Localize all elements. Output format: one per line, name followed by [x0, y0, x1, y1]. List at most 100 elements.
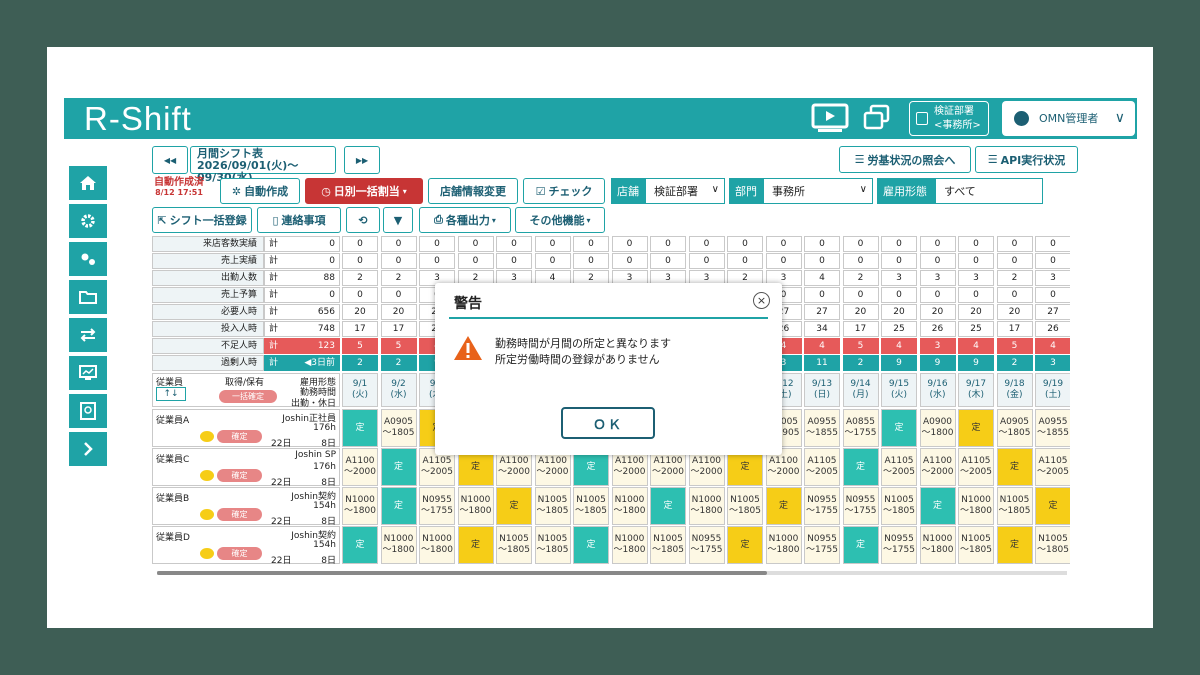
search-book-icon[interactable]: [69, 394, 107, 428]
shift-cell[interactable]: 定: [727, 526, 763, 564]
shift-cell[interactable]: N0955 〜1755: [842, 487, 879, 525]
dept-select[interactable]: 事務所 ∨: [763, 178, 873, 204]
next-month-button[interactable]: ▶▶: [344, 146, 380, 174]
date-header[interactable]: 9/19 (土): [1035, 373, 1070, 407]
shift-cell[interactable]: 定: [765, 487, 802, 525]
monitor-play-icon[interactable]: [810, 102, 850, 134]
shift-cell[interactable]: 定: [842, 448, 879, 486]
employee-row-header[interactable]: 従業員A Joshin正社員 176h 22日 8日 確定: [152, 409, 340, 449]
department-switch-button[interactable]: 検証部署 <事務所>: [909, 101, 989, 136]
api-status-button[interactable]: ☰ API実行状況: [975, 146, 1078, 173]
shift-cell[interactable]: 定: [380, 487, 417, 525]
shift-cell[interactable]: N1005 〜1805: [650, 526, 686, 564]
shift-cell[interactable]: N1000 〜1800: [688, 487, 725, 525]
scrollbar-thumb[interactable]: [157, 571, 767, 575]
refresh-button[interactable]: ⟲: [346, 207, 380, 233]
chat-icon[interactable]: [200, 431, 214, 442]
ok-button[interactable]: ＯＫ: [561, 407, 655, 439]
shift-cell[interactable]: N0955 〜1755: [881, 526, 917, 564]
shift-cell[interactable]: N0955 〜1755: [804, 487, 840, 525]
swap-arrows-icon[interactable]: [69, 318, 107, 352]
shift-cell[interactable]: A1105 〜2005: [804, 448, 840, 486]
auto-create-button[interactable]: ✲ 自動作成: [220, 178, 300, 204]
shift-cell[interactable]: N1000 〜1800: [342, 487, 378, 525]
shift-cell[interactable]: A0905 〜1805: [380, 409, 417, 447]
chat-icon[interactable]: [200, 470, 214, 481]
shift-cell[interactable]: A0955 〜1855: [804, 409, 840, 447]
folder-icon[interactable]: [69, 280, 107, 314]
labor-status-button[interactable]: ☰ 労基状況の照会へ: [839, 146, 971, 173]
shift-cell[interactable]: A1105 〜2005: [881, 448, 917, 486]
close-icon[interactable]: ×: [753, 292, 770, 309]
store-select[interactable]: 検証部署 ∨: [645, 178, 725, 204]
shift-cell[interactable]: N1005 〜1805: [881, 487, 917, 525]
daily-assign-button[interactable]: ◷ 日別一括割当 ▾: [305, 178, 423, 204]
shift-cell[interactable]: N1005 〜1805: [573, 487, 609, 525]
shift-cell[interactable]: N1005 〜1805: [996, 487, 1033, 525]
shift-cell[interactable]: 定: [573, 526, 609, 564]
store-info-button[interactable]: 店舗情報変更: [428, 178, 518, 204]
shift-cell[interactable]: N1005 〜1805: [958, 526, 994, 564]
shift-cell[interactable]: 定: [996, 526, 1033, 564]
home-icon[interactable]: [69, 166, 107, 200]
date-header[interactable]: 9/13 (日): [804, 373, 840, 407]
shift-cell[interactable]: A0855 〜1755: [842, 409, 879, 447]
date-header[interactable]: 9/14 (月): [842, 373, 879, 407]
shift-cell[interactable]: 定: [342, 526, 378, 564]
shift-cell[interactable]: N1005 〜1805: [727, 487, 763, 525]
chat-icon[interactable]: [200, 509, 214, 520]
shift-cell[interactable]: N1000 〜1800: [380, 526, 417, 564]
shift-cell[interactable]: N1005 〜1805: [534, 526, 571, 564]
shift-cell[interactable]: N1005 〜1805: [1035, 526, 1070, 564]
shift-cell[interactable]: A1100 〜2000: [342, 448, 378, 486]
chart-monitor-icon[interactable]: [69, 356, 107, 390]
shift-cell[interactable]: 定: [881, 409, 917, 447]
shift-cell[interactable]: 定: [1035, 487, 1070, 525]
shift-cell[interactable]: N0955 〜1755: [804, 526, 840, 564]
shift-cell[interactable]: 定: [457, 526, 494, 564]
shift-cell[interactable]: A1105 〜2005: [1035, 448, 1070, 486]
shift-cell[interactable]: N1000 〜1800: [919, 526, 956, 564]
user-menu-button[interactable]: OMN管理者 ∨: [1002, 101, 1135, 136]
output-button[interactable]: ⎙ 各種出力 ▾: [419, 207, 511, 233]
shift-cell[interactable]: N0955 〜1755: [419, 487, 455, 525]
gear-icon[interactable]: [69, 204, 107, 238]
shift-cell[interactable]: N1005 〜1805: [534, 487, 571, 525]
date-header[interactable]: 9/15 (火): [881, 373, 917, 407]
shift-cell[interactable]: A0905 〜1805: [996, 409, 1033, 447]
shift-cell[interactable]: 定: [496, 487, 532, 525]
shift-cell[interactable]: N1000 〜1800: [457, 487, 494, 525]
shift-cell[interactable]: 定: [380, 448, 417, 486]
shift-cell[interactable]: N1000 〜1800: [611, 487, 648, 525]
date-header[interactable]: 9/17 (木): [958, 373, 994, 407]
employee-row-header[interactable]: 従業員C Joshin SP 176h 22日 8日 確定: [152, 448, 340, 488]
shift-cell[interactable]: N0955 〜1755: [688, 526, 725, 564]
shift-cell[interactable]: 定: [650, 487, 686, 525]
date-header[interactable]: 9/2 (水): [380, 373, 417, 407]
shift-cell[interactable]: N1000 〜1800: [611, 526, 648, 564]
shift-cell[interactable]: N1000 〜1800: [958, 487, 994, 525]
dropdown-button[interactable]: ▼: [383, 207, 413, 233]
shift-cell[interactable]: A0955 〜1855: [1035, 409, 1070, 447]
confirm-button[interactable]: 確定: [217, 547, 262, 560]
check-button[interactable]: ☑ チェック: [523, 178, 605, 204]
sort-button[interactable]: ↑↓: [156, 387, 186, 401]
chevron-right-icon[interactable]: [69, 432, 107, 466]
date-header[interactable]: 9/16 (水): [919, 373, 956, 407]
shift-bulk-register-button[interactable]: ⇱ シフト一括登録: [152, 207, 252, 233]
emp-type-select[interactable]: すべて: [935, 178, 1043, 204]
shift-cell[interactable]: 定: [842, 526, 879, 564]
contact-button[interactable]: ▯ 連絡事項: [257, 207, 341, 233]
total-value[interactable]: ◀3日前: [304, 358, 335, 369]
employee-row-header[interactable]: 従業員D Joshin契約 154h 22日 8日 確定: [152, 526, 340, 566]
windows-icon[interactable]: [859, 102, 899, 134]
shift-cell[interactable]: 定: [919, 487, 956, 525]
horizontal-scrollbar[interactable]: [157, 571, 1067, 575]
shift-cell[interactable]: A0900 〜1800: [919, 409, 956, 447]
shift-cell[interactable]: 定: [958, 409, 994, 447]
other-functions-button[interactable]: その他機能 ▾: [515, 207, 605, 233]
date-header[interactable]: 9/18 (金): [996, 373, 1033, 407]
shift-cell[interactable]: N1000 〜1800: [765, 526, 802, 564]
shift-cell[interactable]: N1005 〜1805: [496, 526, 532, 564]
confirm-button[interactable]: 確定: [217, 430, 262, 443]
